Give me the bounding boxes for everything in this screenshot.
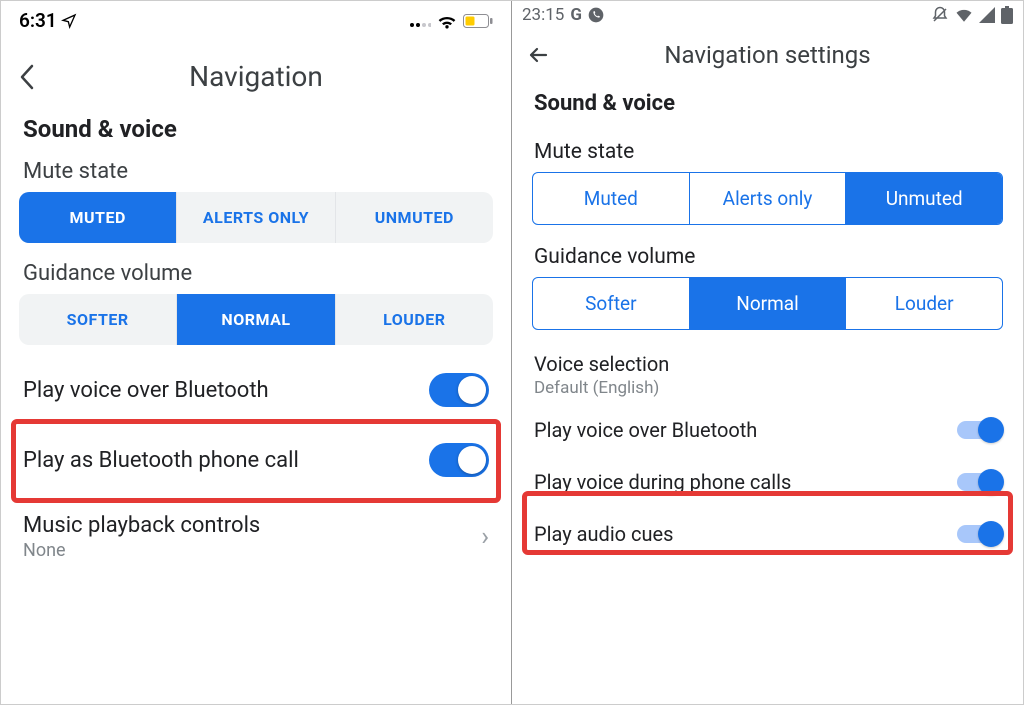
play-as-phonecall-toggle[interactable] — [429, 443, 489, 477]
google-icon: G — [570, 5, 582, 25]
play-audio-cues-toggle[interactable] — [957, 525, 1001, 543]
voice-selection-label: Voice selection — [534, 352, 1001, 376]
play-voice-bluetooth-row[interactable]: Play voice over Bluetooth — [1, 355, 511, 425]
play-voice-bluetooth-toggle[interactable] — [429, 373, 489, 407]
phone-icon — [588, 7, 604, 23]
guidance-option-normal[interactable]: NORMAL — [177, 294, 335, 345]
music-playback-row[interactable]: Music playback controls None › — [1, 495, 511, 579]
ios-status-time: 6:31 — [19, 9, 57, 32]
mute-option-unmuted[interactable]: UNMUTED — [336, 192, 493, 243]
android-screenshot: 23:15 G Navigation settings So — [512, 1, 1023, 704]
cell-signal-icon — [409, 14, 431, 28]
cell-signal-icon — [979, 7, 995, 23]
mute-option-alerts[interactable]: ALERTS ONLY — [177, 192, 335, 243]
play-voice-bluetooth-label: Play voice over Bluetooth — [23, 378, 269, 403]
play-audio-cues-label: Play audio cues — [534, 522, 673, 546]
mute-state-label: Mute state — [1, 151, 511, 192]
play-as-phonecall-label: Play as Bluetooth phone call — [23, 448, 299, 473]
mute-icon — [931, 6, 949, 24]
play-during-calls-toggle[interactable] — [957, 473, 1001, 491]
mute-state-segmented: Muted Alerts only Unmuted — [532, 172, 1003, 225]
ios-status-bar: 6:31 — [1, 1, 511, 36]
voice-selection-row[interactable]: Voice selection Default (English) — [512, 336, 1023, 404]
guidance-label: Guidance volume — [1, 253, 511, 294]
android-status-time: 23:15 — [522, 5, 564, 25]
music-playback-label: Music playback controls — [23, 513, 260, 538]
guidance-option-softer[interactable]: SOFTER — [19, 294, 177, 345]
section-title: Sound & voice — [512, 79, 1023, 126]
play-voice-bluetooth-row[interactable]: Play voice over Bluetooth — [512, 404, 1023, 456]
chevron-right-icon: › — [481, 522, 489, 552]
mute-state-segmented: MUTED ALERTS ONLY UNMUTED — [19, 192, 493, 243]
guidance-segmented: SOFTER NORMAL LOUDER — [19, 294, 493, 345]
play-audio-cues-row[interactable]: Play audio cues — [512, 508, 1023, 560]
play-voice-bluetooth-label: Play voice over Bluetooth — [534, 418, 757, 442]
mute-option-muted[interactable]: Muted — [533, 173, 690, 224]
android-status-bar: 23:15 G — [512, 1, 1023, 27]
voice-selection-value: Default (English) — [534, 378, 1001, 398]
mute-option-alerts[interactable]: Alerts only — [690, 173, 847, 224]
guidance-option-louder[interactable]: LOUDER — [336, 294, 493, 345]
wifi-icon — [955, 7, 973, 23]
page-title: Navigation — [15, 60, 497, 93]
battery-icon — [1001, 6, 1013, 24]
play-voice-bluetooth-toggle[interactable] — [957, 421, 1001, 439]
page-title: Navigation settings — [526, 41, 1009, 69]
mute-option-unmuted[interactable]: Unmuted — [846, 173, 1002, 224]
location-arrow-icon — [61, 13, 77, 29]
music-playback-value: None — [23, 540, 260, 561]
guidance-option-softer[interactable]: Softer — [533, 278, 690, 329]
play-during-calls-label: Play voice during phone calls — [534, 470, 791, 494]
mute-state-label: Mute state — [512, 126, 1023, 172]
section-title: Sound & voice — [1, 105, 511, 151]
mute-option-muted[interactable]: MUTED — [19, 192, 177, 243]
android-header: Navigation settings — [512, 27, 1023, 79]
play-during-calls-row[interactable]: Play voice during phone calls — [512, 456, 1023, 508]
guidance-option-louder[interactable]: Louder — [846, 278, 1002, 329]
wifi-icon — [437, 13, 457, 29]
ios-header: Navigation — [1, 36, 511, 105]
play-as-phonecall-row[interactable]: Play as Bluetooth phone call — [1, 425, 511, 495]
guidance-label: Guidance volume — [512, 231, 1023, 277]
guidance-segmented: Softer Normal Louder — [532, 277, 1003, 330]
battery-icon — [463, 14, 493, 28]
guidance-option-normal[interactable]: Normal — [690, 278, 847, 329]
ios-screenshot: 6:31 Navigation Sound & voice Mute state… — [1, 1, 512, 704]
